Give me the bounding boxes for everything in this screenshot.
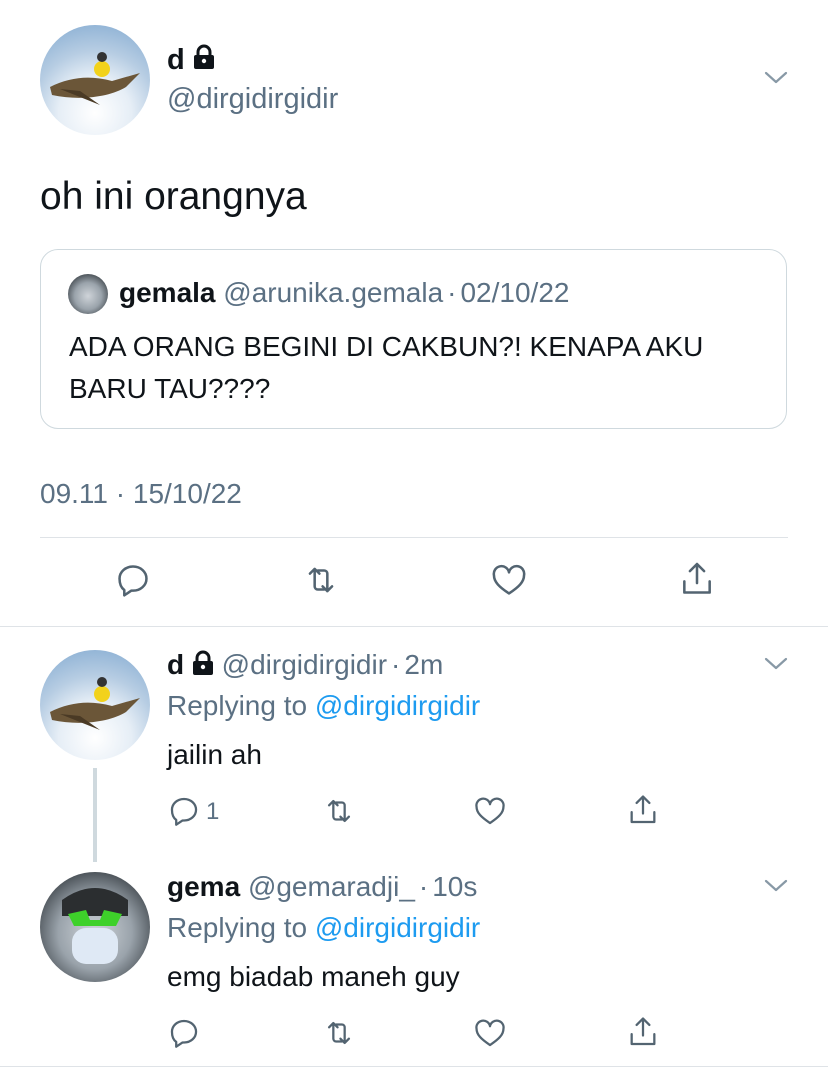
display-name[interactable]: d [167,649,184,680]
like-icon[interactable] [473,794,507,828]
display-name[interactable]: d [167,44,185,76]
retweet-icon[interactable] [320,794,358,828]
avatar[interactable] [40,25,150,135]
reply-text: emg biadab maneh guy [167,961,460,992]
divider [0,1066,828,1067]
like-icon[interactable] [473,1016,507,1050]
reply-icon[interactable] [114,561,152,599]
share-icon[interactable] [678,559,716,599]
divider [40,537,788,538]
separator: · [418,871,429,902]
time: 2m [404,649,444,680]
avatar[interactable] [40,872,150,982]
handle[interactable]: @dirgidirgidir [222,649,387,680]
avatar-image [50,52,140,105]
lock-icon [193,44,215,78]
avatar-image [62,888,128,964]
handle[interactable]: @dirgidirgidir [167,82,338,116]
like-icon[interactable] [490,561,528,599]
retweet-icon[interactable] [320,1016,358,1050]
thread-line [93,768,97,862]
quoted-tweet[interactable]: gemala @arunika.gemala · 02/10/22 ADA ORAN… [40,249,787,429]
quoted-text: ADA ORANG BEGINI DI CAKBUN?! KENAPA AKU … [69,331,704,404]
chevron-down-icon[interactable] [764,656,788,672]
quoted-avatar [68,274,108,314]
quoted-display-name: gemala [119,277,216,308]
reply-text: jailin ah [167,739,262,770]
timestamp[interactable]: 09.11 · 15/10/22 [40,477,242,511]
reply-icon[interactable] [167,794,201,828]
quoted-handle: @arunika.gemala [223,277,444,308]
lock-icon [192,650,214,684]
share-icon[interactable] [626,1014,660,1050]
chevron-down-icon[interactable] [764,70,788,86]
reply-count: 1 [206,798,220,825]
avatar-image [50,677,140,730]
replying-to-link[interactable]: @dirgidirgidir [315,690,480,721]
separator: · [447,277,457,308]
handle[interactable]: @gemaradji_ [248,871,415,902]
divider [0,626,828,627]
separator: · [391,649,401,680]
time: 10s [432,871,478,902]
retweet-icon[interactable] [300,561,342,599]
quoted-date: 02/10/22 [460,277,570,308]
replying-to-label: Replying to [167,690,308,721]
avatar[interactable] [40,650,150,760]
chevron-down-icon[interactable] [764,878,788,894]
reply-icon[interactable] [167,1016,201,1050]
replying-to-label: Replying to [167,912,308,943]
tweet-text: oh ini orangnya [40,175,307,218]
replying-to-link[interactable]: @dirgidirgidir [315,912,480,943]
share-icon[interactable] [626,792,660,828]
display-name[interactable]: gema [167,871,240,902]
